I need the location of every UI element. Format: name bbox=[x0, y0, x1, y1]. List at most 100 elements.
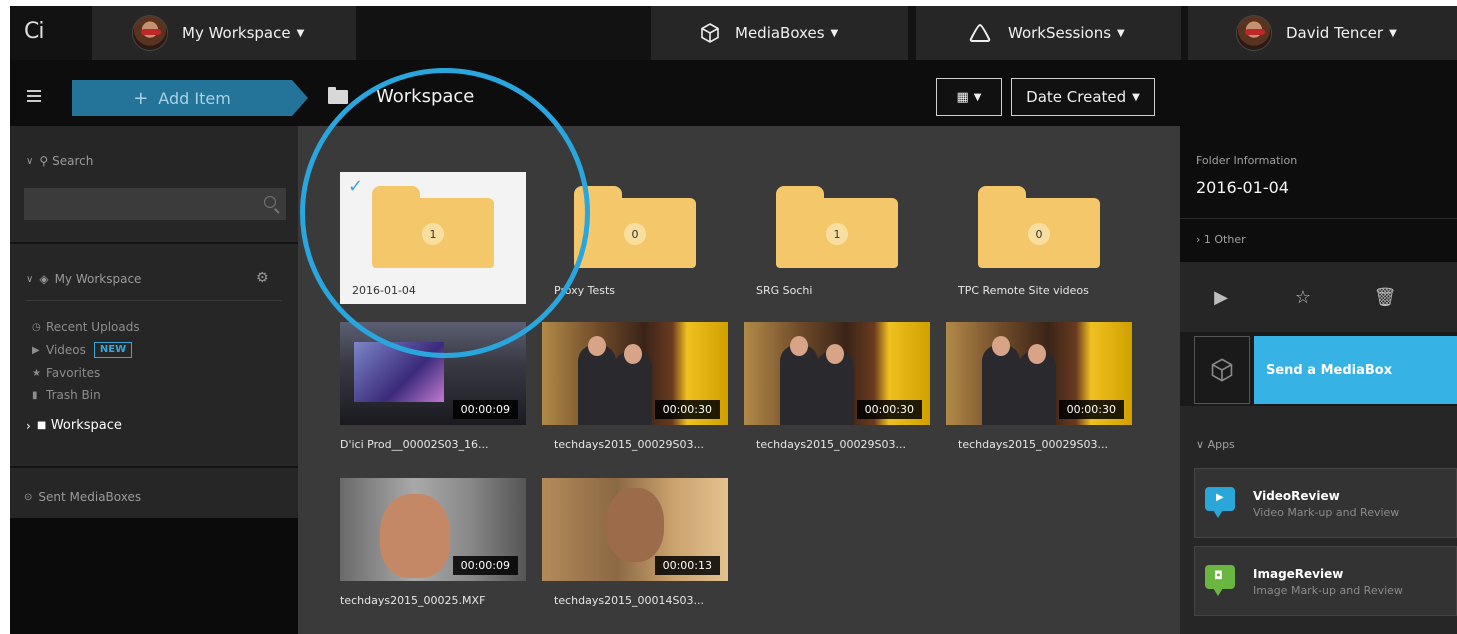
folder-icon bbox=[328, 87, 348, 104]
app-videoreview[interactable]: ▶ VideoReview Video Mark-up and Review bbox=[1194, 468, 1457, 538]
video-tile[interactable]: 00:00:30 techdays2015_00029S03... bbox=[542, 322, 728, 462]
search-section-toggle[interactable]: ∨ ⚲ Search bbox=[26, 154, 93, 168]
play-icon: ▶ bbox=[32, 344, 40, 356]
trash-icon: ▮ bbox=[32, 389, 38, 401]
folder-tile[interactable]: 0 TPC Remote Site videos bbox=[946, 172, 1132, 304]
video-tile[interactable]: 00:00:13 techdays2015_00014S03... bbox=[542, 478, 728, 618]
app-imagereview[interactable]: ◘ ImageReview Image Mark-up and Review bbox=[1194, 546, 1457, 616]
toolbar: + Add Item Workspace bbox=[10, 60, 1457, 126]
plus-icon: + bbox=[133, 87, 149, 109]
chevron-down-icon: ▼ bbox=[1389, 27, 1397, 39]
chevron-down-icon: ∨ bbox=[1196, 438, 1208, 451]
mediaboxes-menu[interactable]: MediaBoxes ▼ bbox=[651, 6, 908, 60]
other-toggle[interactable]: › 1 Other bbox=[1180, 218, 1457, 262]
folder-tile[interactable]: 1 2016-01-04 bbox=[340, 172, 526, 304]
sent-mediaboxes-link[interactable]: ⊙ Sent MediaBoxes bbox=[24, 490, 141, 504]
app-description: Video Mark-up and Review bbox=[1253, 506, 1400, 519]
folder-tile[interactable]: 1 SRG Sochi bbox=[744, 172, 930, 304]
send-mediabox-button[interactable]: Send a MediaBox bbox=[1254, 336, 1457, 404]
user-menu[interactable]: David Tencer ▼ bbox=[1188, 6, 1457, 60]
search-box bbox=[24, 188, 286, 220]
send-icon: ⊙ bbox=[24, 491, 33, 503]
sidebar-item-trash-bin[interactable]: ▮ Trash Bin bbox=[32, 388, 101, 402]
action-row: ▶ ☆ 🗑 bbox=[1180, 262, 1457, 332]
sidebar-item-label: Videos bbox=[46, 343, 86, 357]
workspace-section-title: My Workspace bbox=[54, 272, 142, 286]
user-name: David Tencer bbox=[1286, 24, 1384, 42]
chevron-down-icon: ∨ bbox=[26, 273, 34, 285]
sort-dropdown[interactable]: Date Created ▼ bbox=[1011, 78, 1155, 116]
folder-tile[interactable]: 0 Proxy Tests bbox=[542, 172, 728, 304]
video-thumbnail: 00:00:30 bbox=[542, 322, 728, 425]
video-review-icon: ▶ bbox=[1205, 487, 1235, 518]
folder-name: TPC Remote Site videos bbox=[958, 284, 1089, 297]
video-duration: 00:00:09 bbox=[452, 556, 518, 575]
app-logo[interactable]: Ci bbox=[24, 19, 45, 44]
app-name: VideoReview bbox=[1253, 489, 1340, 503]
user-avatar bbox=[1236, 15, 1272, 51]
clock-icon: ◷ bbox=[32, 321, 41, 333]
apps-section-toggle[interactable]: ∨ Apps bbox=[1196, 438, 1235, 451]
video-tile[interactable]: 00:00:30 techdays2015_00029S03... bbox=[744, 322, 930, 462]
video-tile[interactable]: 00:00:09 techdays2015_00025.MXF bbox=[340, 478, 526, 618]
top-bar: Ci My Workspace ▼ MediaBoxes ▼ WorkSessi… bbox=[10, 6, 1457, 60]
folder-icon: 0 bbox=[574, 186, 696, 268]
worksessions-menu[interactable]: WorkSessions ▼ bbox=[916, 6, 1181, 60]
divider bbox=[10, 466, 298, 468]
view-mode-button[interactable]: ▦ ▼ bbox=[936, 78, 1002, 116]
sidebar-item-videos[interactable]: ▶ Videos NEW bbox=[32, 342, 133, 358]
video-duration: 00:00:30 bbox=[654, 400, 720, 419]
chevron-down-icon: ▼ bbox=[830, 27, 839, 39]
send-mediabox-row: Send a MediaBox bbox=[1180, 332, 1457, 406]
sidebar-item-recent-uploads[interactable]: ◷ Recent Uploads bbox=[32, 320, 140, 334]
star-icon[interactable]: ☆ bbox=[1262, 287, 1344, 308]
sidebar-item-label: Favorites bbox=[46, 366, 101, 380]
other-label: › 1 Other bbox=[1196, 233, 1246, 246]
app-name: ImageReview bbox=[1253, 567, 1344, 581]
mediaboxes-menu-label: MediaBoxes bbox=[735, 24, 825, 42]
camera-icon: ◘ bbox=[1205, 565, 1235, 596]
app-frame: Ci My Workspace ▼ MediaBoxes ▼ WorkSessi… bbox=[10, 6, 1457, 634]
search-label: Search bbox=[52, 154, 94, 168]
folder-info-header: Folder Information 2016-01-04 bbox=[1180, 126, 1457, 218]
sidebar-item-workspace[interactable]: › ■ Workspace bbox=[26, 418, 122, 433]
sidebar-item-label: Workspace bbox=[50, 418, 122, 433]
workspace-section-toggle[interactable]: ∨ ◈ My Workspace bbox=[26, 272, 141, 286]
chevron-down-icon: ▼ bbox=[296, 27, 305, 39]
other-count-label: 1 Other bbox=[1203, 233, 1246, 246]
apps-label: Apps bbox=[1207, 438, 1235, 451]
sidebar: ∨ ⚲ Search ∨ ◈ My Workspace ⚙ ◷ Recent U… bbox=[10, 126, 298, 634]
menu-icon[interactable] bbox=[27, 90, 41, 102]
layers-icon: ◈ bbox=[39, 272, 49, 286]
content-grid: ✓ 1 2016-01-04 0 Proxy Tests 1 SRG Sochi bbox=[298, 126, 1180, 634]
video-thumbnail: 00:00:13 bbox=[542, 478, 728, 581]
worksessions-menu-label: WorkSessions bbox=[1008, 24, 1112, 42]
add-item-button[interactable]: + Add Item bbox=[72, 80, 308, 116]
video-tile[interactable]: 00:00:09 D'ici Prod__00002S03_16... bbox=[340, 322, 526, 462]
search-input[interactable] bbox=[24, 188, 286, 220]
video-duration: 00:00:30 bbox=[1058, 400, 1124, 419]
cube-icon bbox=[1194, 336, 1250, 404]
video-name: techdays2015_00029S03... bbox=[756, 438, 907, 451]
search-icon[interactable] bbox=[264, 196, 276, 208]
chevron-down-icon: ▼ bbox=[1132, 91, 1140, 103]
video-name: techdays2015_00014S03... bbox=[554, 594, 705, 607]
app-description: Image Mark-up and Review bbox=[1253, 584, 1403, 597]
sidebar-footer bbox=[10, 518, 298, 634]
chevron-right-icon: › bbox=[26, 418, 31, 433]
sidebar-item-label: Recent Uploads bbox=[46, 320, 140, 334]
video-thumbnail: 00:00:30 bbox=[744, 322, 930, 425]
folder-name: SRG Sochi bbox=[756, 284, 813, 297]
video-name: techdays2015_00029S03... bbox=[554, 438, 705, 451]
video-tile[interactable]: 00:00:30 techdays2015_00029S03... bbox=[946, 322, 1132, 462]
gear-icon[interactable]: ⚙ bbox=[256, 270, 269, 286]
worksessions-icon bbox=[969, 23, 991, 42]
workspace-menu[interactable]: My Workspace ▼ bbox=[92, 6, 356, 60]
folder-icon: 0 bbox=[978, 186, 1100, 268]
play-icon[interactable]: ▶ bbox=[1180, 287, 1262, 308]
sidebar-item-favorites[interactable]: ★ Favorites bbox=[32, 366, 100, 380]
trash-icon[interactable]: 🗑 bbox=[1344, 287, 1426, 308]
video-name: techdays2015_00025.MXF bbox=[340, 594, 486, 607]
video-thumbnail: 00:00:09 bbox=[340, 478, 526, 581]
sent-mediaboxes-label: Sent MediaBoxes bbox=[38, 490, 142, 504]
